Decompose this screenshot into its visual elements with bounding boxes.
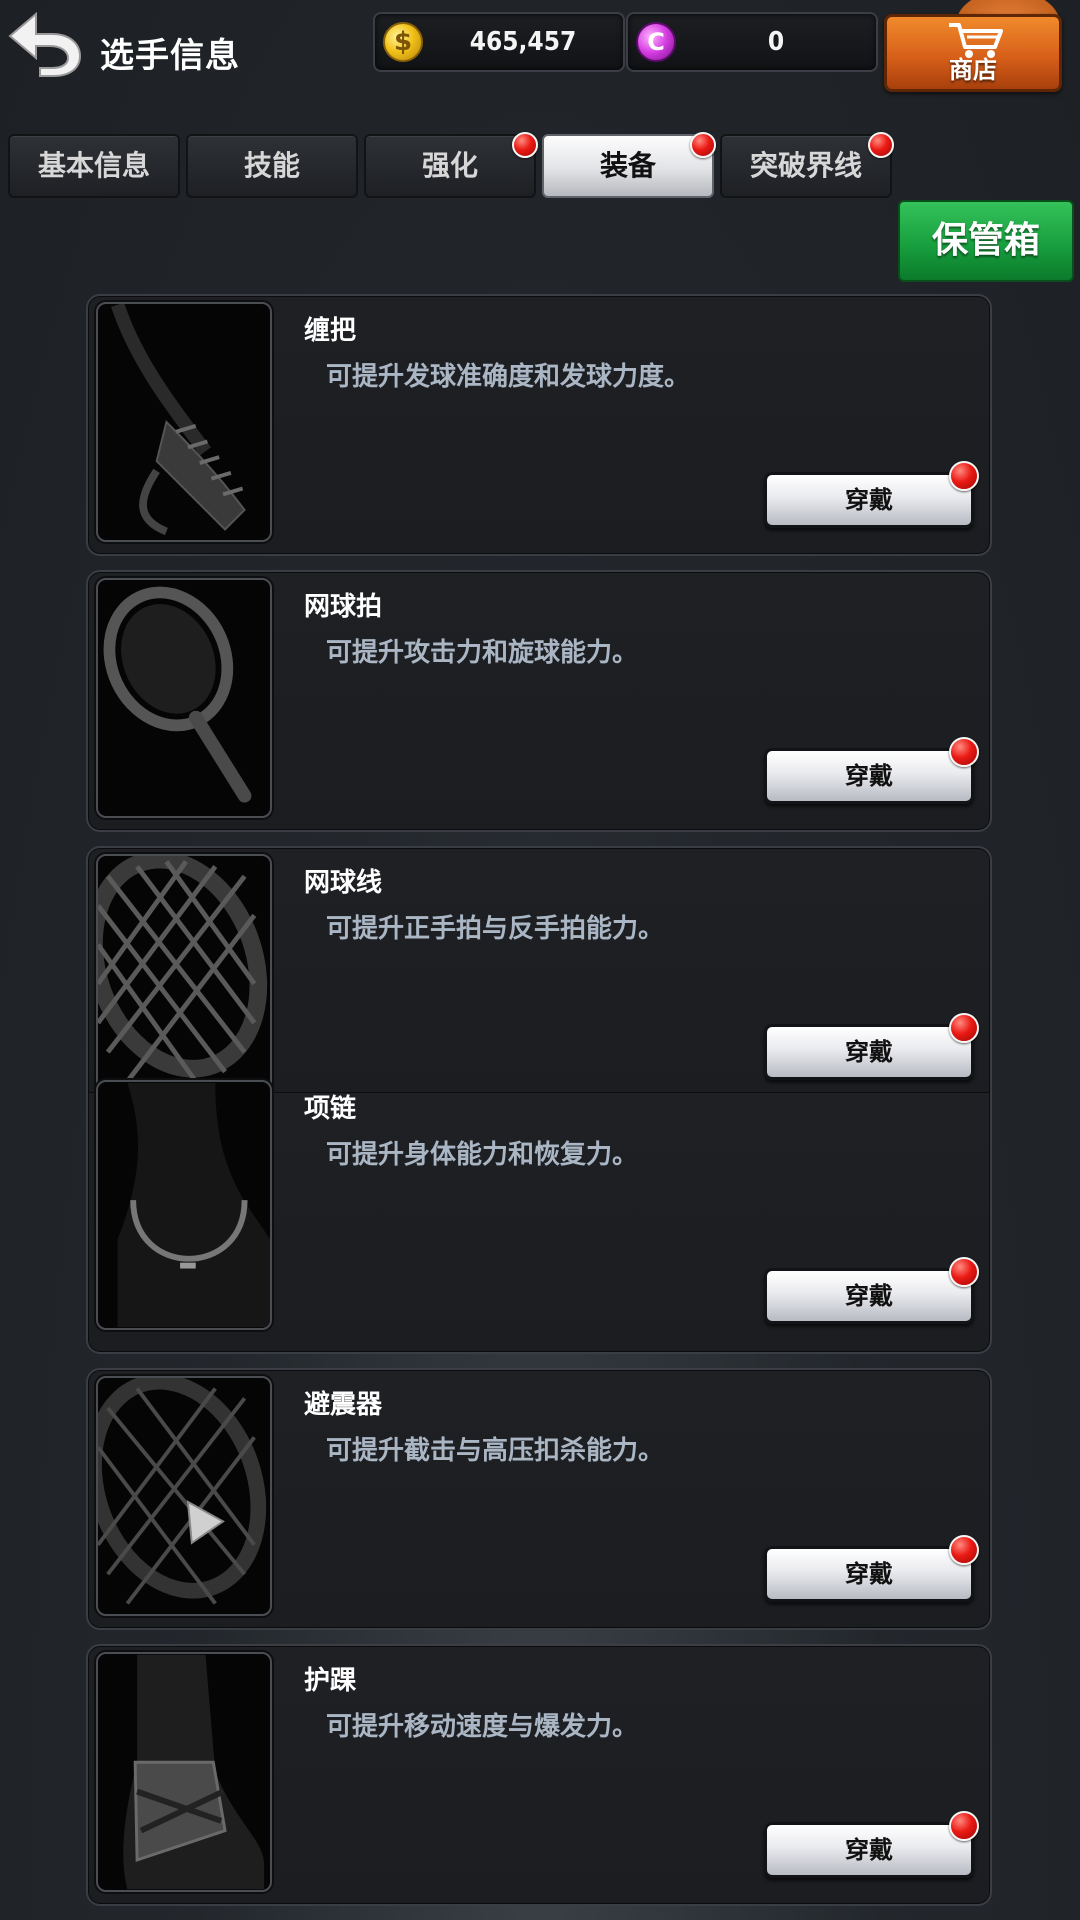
equipment-description: 可提升发球准确度和发球力度。	[326, 362, 691, 392]
equipment-name: 网球线	[304, 868, 383, 898]
wear-button[interactable]: 穿戴	[764, 737, 979, 804]
equipment-name: 项链	[304, 1094, 357, 1124]
gold-counter: $ 465,457	[373, 12, 625, 72]
equipment-description: 可提升正手拍与反手拍能力。	[326, 914, 665, 944]
gold-amount: 465,457	[469, 27, 577, 57]
notification-dot-icon	[868, 132, 894, 158]
equipment-description: 可提升攻击力和旋球能力。	[326, 638, 639, 668]
tab-equipment[interactable]: 装备	[542, 132, 716, 198]
tab-label: 基本信息	[37, 149, 150, 182]
ankle-guard-icon	[96, 1652, 272, 1892]
tab-label: 强化	[421, 149, 478, 182]
racket-strings-icon	[96, 854, 272, 1094]
wear-button-label: 穿戴	[845, 486, 893, 514]
equipment-card-necklace: 项链 可提升身体能力和恢复力。 穿戴	[86, 1080, 992, 1354]
grip-icon	[96, 302, 272, 542]
tab-basic-info[interactable]: 基本信息	[8, 134, 180, 198]
wear-button[interactable]: 穿戴	[764, 461, 979, 528]
equipment-name: 缠把	[304, 316, 357, 346]
notification-dot-icon	[949, 461, 979, 491]
notification-dot-icon	[949, 1811, 979, 1841]
tab-label: 突破界线	[749, 149, 862, 182]
wear-button-label: 穿戴	[845, 1560, 893, 1588]
vibration-dampener-icon	[96, 1376, 272, 1616]
tab-bar: 基本信息 技能 强化 装备 突破界线	[8, 132, 908, 198]
equipment-description: 可提升截击与高压扣杀能力。	[326, 1436, 665, 1466]
wear-button-label: 穿戴	[845, 1038, 893, 1066]
back-button[interactable]	[6, 6, 84, 78]
tennis-racket-icon	[96, 578, 272, 818]
shop-button[interactable]: 商店	[884, 14, 1062, 92]
shop-label: 商店	[949, 56, 997, 84]
notification-dot-icon	[949, 1257, 979, 1287]
top-bar: 选手信息 $ 465,457 C 0 商店	[0, 0, 1080, 110]
notification-dot-icon	[690, 132, 716, 158]
page-title: 选手信息	[100, 36, 240, 76]
equipment-card-strings: 网球线 可提升正手拍与反手拍能力。 穿戴	[86, 846, 992, 1108]
notification-dot-icon	[949, 1013, 979, 1043]
equipment-name: 避震器	[304, 1390, 383, 1420]
necklace-icon	[96, 1080, 272, 1330]
equipment-name: 网球拍	[304, 592, 383, 622]
wear-button-label: 穿戴	[845, 1836, 893, 1864]
gem-amount: 0	[767, 27, 785, 57]
tab-enhance[interactable]: 强化	[364, 132, 538, 198]
gold-coin-icon: $	[383, 22, 423, 62]
wear-button[interactable]: 穿戴	[764, 1257, 979, 1324]
wear-button-label: 穿戴	[845, 762, 893, 790]
back-arrow-icon	[8, 11, 82, 77]
tab-label: 技能	[243, 149, 300, 182]
equipment-name: 护踝	[304, 1666, 357, 1696]
tab-label: 装备	[599, 149, 656, 182]
equipment-card-grip: 缠把 可提升发球准确度和发球力度。 穿戴	[86, 294, 992, 556]
wear-button[interactable]: 穿戴	[764, 1811, 979, 1878]
purple-gem-icon: C	[636, 22, 676, 62]
equipment-card-dampener: 避震器 可提升截击与高压扣杀能力。 穿戴	[86, 1368, 992, 1630]
storage-button[interactable]: 保管箱	[898, 200, 1074, 282]
equipment-card-racket: 网球拍 可提升攻击力和旋球能力。 穿戴	[86, 570, 992, 832]
notification-dot-icon	[949, 1535, 979, 1565]
equipment-description: 可提升身体能力和恢复力。	[326, 1140, 639, 1170]
gem-counter: C 0	[626, 12, 878, 72]
wear-button-label: 穿戴	[845, 1282, 893, 1310]
notification-dot-icon	[949, 737, 979, 767]
tab-skills[interactable]: 技能	[186, 134, 358, 198]
notification-dot-icon	[512, 132, 538, 158]
tab-breakthrough[interactable]: 突破界线	[720, 132, 894, 198]
wear-button[interactable]: 穿戴	[764, 1013, 979, 1080]
wear-button[interactable]: 穿戴	[764, 1535, 979, 1602]
equipment-description: 可提升移动速度与爆发力。	[326, 1712, 639, 1742]
equipment-card-ankle-guard: 护踝 可提升移动速度与爆发力。 穿戴	[86, 1644, 992, 1906]
